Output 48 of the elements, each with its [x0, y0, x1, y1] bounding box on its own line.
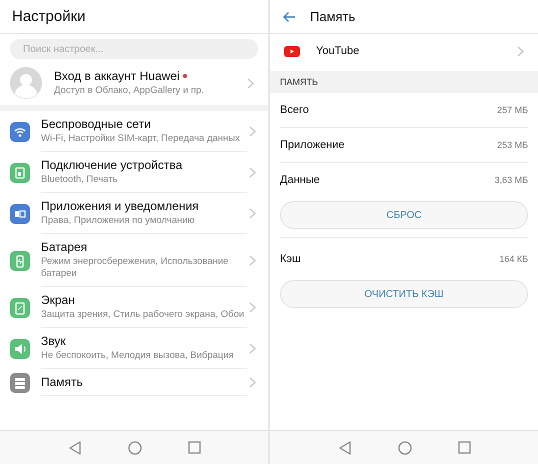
account-title[interactable]: Вход в аккаунт Huawei [54, 69, 180, 83]
setting-subtitle: Режим энергосбережения, Использование батареи [41, 256, 230, 280]
stat-label: Всего [280, 104, 309, 116]
app-name[interactable]: YouTube [316, 45, 517, 57]
chevron-icon [249, 208, 256, 219]
section-header: ПАМЯТЬ [270, 71, 538, 93]
screen-title: Настройки [12, 8, 86, 25]
chevron-icon [247, 78, 254, 88]
stat-label: Данные [280, 174, 320, 186]
back-icon[interactable] [338, 440, 352, 454]
chevron-icon [249, 255, 256, 266]
stat-value: 253 МБ [497, 140, 528, 150]
setting-title[interactable]: Звук [41, 334, 247, 348]
stat-value: 257 МБ [497, 105, 528, 115]
home-icon[interactable] [128, 440, 142, 454]
chevron-icon [249, 126, 256, 137]
home-icon[interactable] [398, 440, 412, 454]
setting-title[interactable]: Экран [41, 293, 247, 307]
stat-value: 164 КБ [499, 254, 528, 264]
stat-value: 3,63 МБ [494, 175, 528, 185]
setting-title[interactable]: Подключение устройства [41, 158, 247, 172]
setting-title[interactable]: Приложения и уведомления [41, 199, 247, 213]
stat-label: Кэш [280, 253, 301, 265]
chevron-icon [249, 343, 256, 354]
setting-subtitle: Wi-Fi, Настройки SIM-карт, Передача данных [41, 133, 241, 145]
search-field[interactable]: Поиск настроек... [10, 39, 258, 59]
recents-icon[interactable] [458, 441, 470, 454]
avatar-icon [10, 67, 42, 99]
chevron-icon [249, 302, 256, 313]
account-subtitle: Доступ в Облако, AppGallery и пр. [54, 85, 205, 97]
setting-subtitle: Права, Приложения по умолчанию [41, 215, 196, 227]
action-button[interactable]: СБРОС [280, 201, 528, 229]
chevron-icon [249, 377, 256, 388]
setting-subtitle: Не беспокоить, Мелодия вызова, Вибрация [41, 350, 235, 362]
setting-subtitle: Защита зрения, Стиль рабочего экрана, Обои [41, 309, 246, 321]
setting-title[interactable]: Память [41, 375, 247, 389]
stat-label: Приложение [280, 139, 345, 151]
back-arrow-icon[interactable] [282, 10, 296, 22]
recents-icon[interactable] [188, 441, 200, 454]
setting-subtitle: Bluetooth, Печать [41, 174, 119, 186]
play-logo-icon [284, 46, 300, 56]
action-button[interactable]: ОЧИСТИТЬ КЭШ [280, 280, 528, 308]
chevron-icon [249, 167, 256, 178]
setting-title[interactable]: Беспроводные сети [41, 117, 247, 131]
chevron-icon [517, 46, 524, 56]
screen-title: Память [310, 9, 356, 24]
setting-title[interactable]: Батарея [41, 240, 247, 254]
back-icon[interactable] [68, 440, 82, 454]
